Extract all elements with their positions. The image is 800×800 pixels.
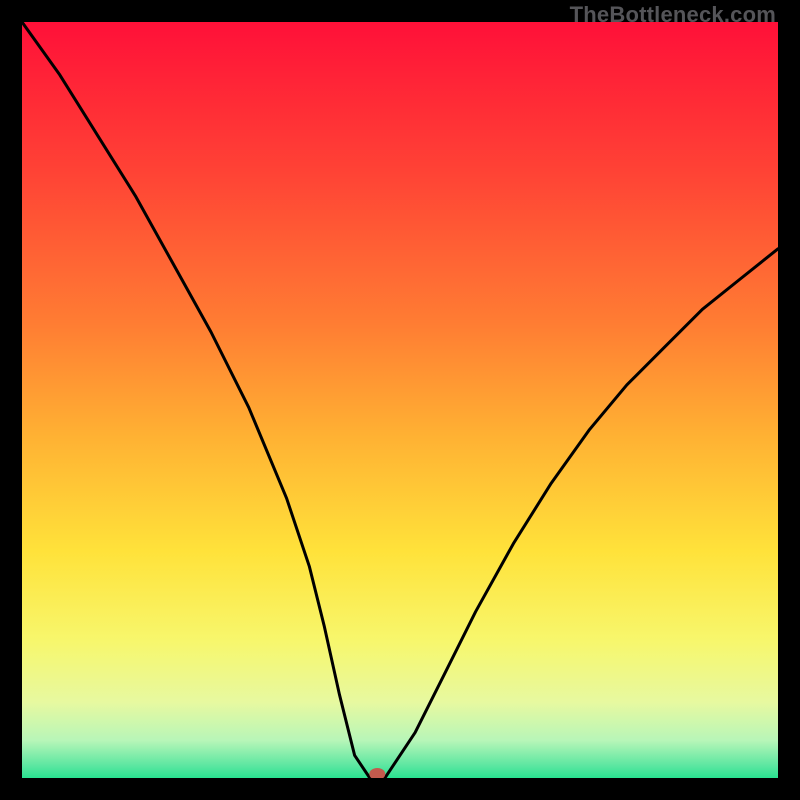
watermark-text: TheBottleneck.com [570, 2, 776, 28]
gradient-background [22, 22, 778, 778]
plot-area [22, 22, 778, 778]
chart-frame: TheBottleneck.com [0, 0, 800, 800]
chart-svg [22, 22, 778, 778]
